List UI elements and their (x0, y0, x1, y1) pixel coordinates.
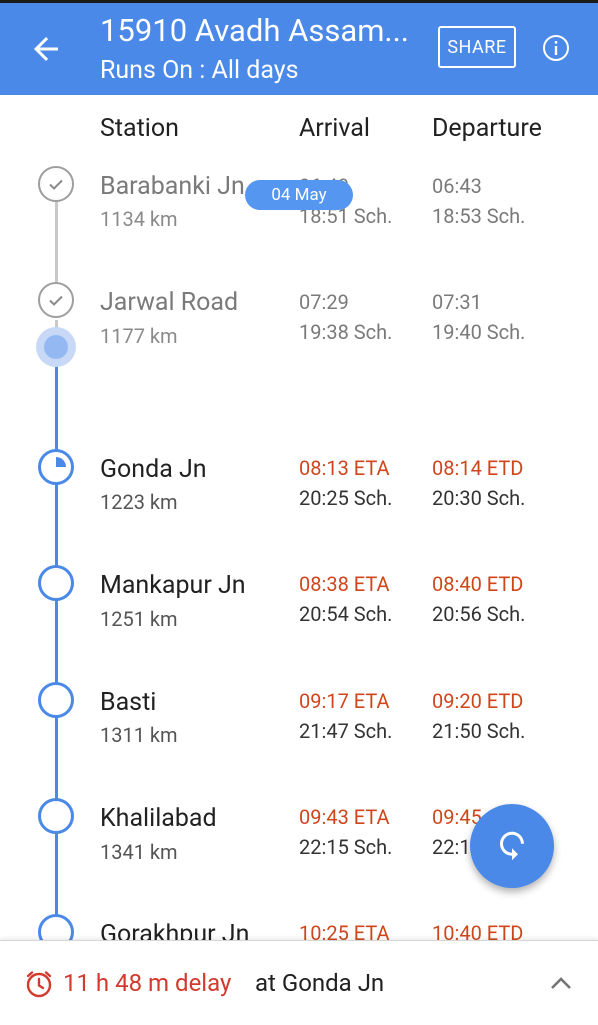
info-icon[interactable] (542, 34, 570, 62)
date-chip: 04 May (245, 180, 353, 210)
arrival-eta: 09:43 ETA (299, 805, 390, 829)
station-name: Mankapur Jn (100, 571, 246, 600)
delay-station: at Gonda Jn (255, 969, 385, 997)
app-bar: 15910 Avadh Assam... Runs On : All days … (0, 0, 598, 95)
station-distance: 1251 km (100, 607, 178, 631)
delay-text: 11 h 48 m delay (63, 969, 232, 997)
departure-scheduled: 22:1 (432, 835, 471, 859)
timeline-line-upcoming (55, 360, 58, 940)
station-name: Basti (100, 688, 157, 717)
upcoming-station-icon (38, 798, 74, 834)
train-title: 15910 Avadh Assam... (100, 12, 409, 49)
departure-scheduled: 21:50 Sch. (432, 719, 526, 743)
column-header-arrival: Arrival (299, 114, 370, 143)
next-station-icon (38, 449, 74, 485)
column-header-station: Station (100, 114, 179, 143)
arrival-scheduled: 20:25 Sch. (299, 486, 393, 510)
arrival-time: 07:29 (299, 290, 349, 314)
departure-etd: 08:14 ETD (432, 456, 524, 480)
arrival-scheduled: 19:38 Sch. (299, 320, 393, 344)
departure-scheduled: 20:30 Sch. (432, 486, 526, 510)
passed-check-icon (38, 282, 74, 318)
station-distance: 1177 km (100, 324, 178, 348)
arrival-scheduled: 22:15 Sch. (299, 835, 393, 859)
chevron-up-icon[interactable] (548, 971, 574, 997)
status-strip (0, 0, 598, 3)
arrival-scheduled: 20:54 Sch. (299, 602, 393, 626)
timeline-line-past (55, 202, 58, 282)
delay-bar[interactable]: 11 h 48 m delay at Gonda Jn (0, 940, 598, 1025)
departure-time: 06:43 (432, 174, 482, 198)
column-header-departure: Departure (432, 114, 542, 143)
clock-icon (26, 971, 52, 998)
departure-time: 07:31 (432, 290, 482, 314)
departure-etd: 09:20 ETD (432, 689, 524, 713)
passed-check-icon (38, 166, 74, 202)
station-distance: 1311 km (100, 723, 178, 747)
back-arrow-icon[interactable] (28, 31, 64, 67)
station-name: Jarwal Road (100, 288, 239, 317)
departure-scheduled: 19:40 Sch. (432, 320, 526, 344)
arrival-eta: 08:13 ETA (299, 456, 390, 480)
current-position-marker-core (44, 335, 68, 359)
arrival-scheduled: 21:47 Sch. (299, 719, 393, 743)
refresh-icon (500, 831, 524, 861)
upcoming-station-icon (38, 565, 74, 601)
arrival-eta: 09:17 ETA (299, 689, 390, 713)
upcoming-station-icon (38, 682, 74, 718)
station-distance: 1223 km (100, 490, 178, 514)
departure-etd: 08:40 ETD (432, 572, 524, 596)
share-button[interactable]: SHARE (438, 26, 516, 68)
station-name: Barabanki Jn (100, 172, 245, 201)
station-name: Gonda Jn (100, 455, 207, 484)
station-name: Khalilabad (100, 804, 217, 833)
arrival-eta: 08:38 ETA (299, 572, 390, 596)
refresh-button[interactable] (470, 804, 554, 888)
departure-scheduled: 18:53 Sch. (432, 204, 526, 228)
station-distance: 1341 km (100, 840, 178, 864)
station-distance: 1134 km (100, 207, 178, 231)
departure-scheduled: 20:56 Sch. (432, 602, 526, 626)
runs-on-text: Runs On : All days (100, 56, 299, 85)
